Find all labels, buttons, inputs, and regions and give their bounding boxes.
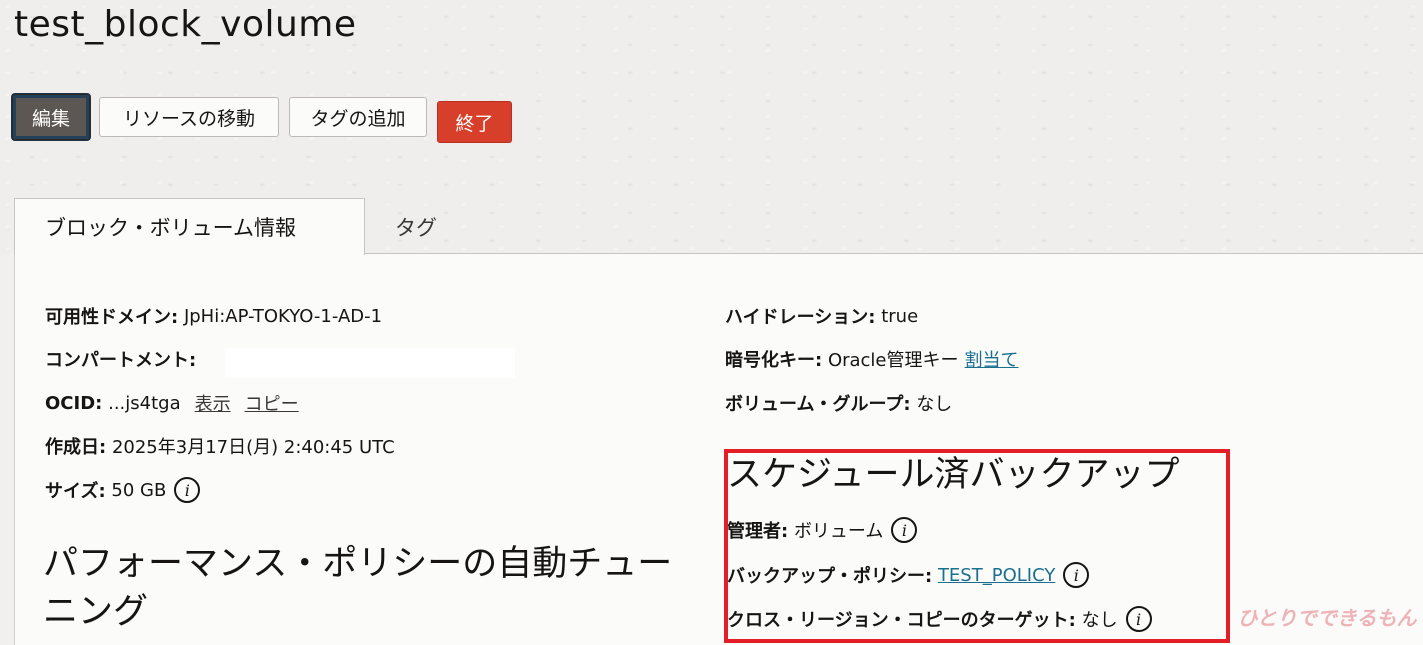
volume-group-row: ボリューム・グループ: なし [725,389,952,417]
tab-label: タグ [395,215,437,240]
ocid-copy-link[interactable]: コピー [245,390,299,416]
size-row: サイズ: 50 GB i [45,476,201,504]
hydration-row: ハイドレーション: true [725,302,918,330]
hydration-value: true [881,305,919,327]
performance-heading-line1: パフォーマンス・ポリシーの自動チュー [43,544,673,584]
highlight-box [724,449,1230,643]
availability-domain-label: 可用性ドメイン: [45,307,179,328]
created-value: 2025年3月17日(月) 2:40:45 UTC [111,437,395,458]
volume-group-value: なし [916,394,953,415]
encryption-label: 暗号化キー: [725,350,823,371]
tab-block-volume-info[interactable]: ブロック・ボリューム情報 [14,198,365,255]
encryption-value: Oracle管理キー [827,350,959,371]
edit-button[interactable]: 編集 [12,94,90,140]
ocid-value: ...js4tga [108,392,181,414]
encryption-row: 暗号化キー: Oracle管理キー 割当て [725,345,1019,373]
page-title: test_block_volume [14,4,357,45]
created-label: 作成日: [45,437,107,458]
redacted-area [225,348,515,378]
watermark-logo: ひとりでできるもん [1237,605,1417,630]
volume-group-label: ボリューム・グループ: [725,394,911,415]
ocid-row: OCID: ...js4tga 表示 コピー [45,389,299,417]
hydration-label: ハイドレーション: [725,307,876,328]
size-value: 50 GB [111,479,167,501]
size-label: サイズ: [45,481,106,502]
tab-tags[interactable]: タグ [395,198,437,255]
created-row: 作成日: 2025年3月17日(月) 2:40:45 UTC [45,432,395,460]
availability-domain-row: 可用性ドメイン: JpHi:AP-TOKYO-1-AD-1 [45,302,382,330]
ocid-label: OCID: [45,392,103,414]
assign-key-link[interactable]: 割当て [965,346,1019,372]
compartment-row: コンパートメント: [45,345,202,373]
compartment-label: コンパートメント: [45,350,197,371]
performance-heading-line2: ニング [43,592,149,632]
move-resource-button[interactable]: リソースの移動 [99,97,279,137]
add-tag-button[interactable]: タグの追加 [289,97,427,137]
tab-label: ブロック・ボリューム情報 [45,216,296,240]
terminate-button[interactable]: 終了 [437,101,512,143]
tab-divider [364,253,1423,254]
edit-button-label: 編集 [31,107,70,130]
info-icon[interactable]: i [174,477,201,503]
performance-tuning-heading: パフォーマンス・ポリシーの自動チュー ニング [43,540,723,636]
ocid-show-link[interactable]: 表示 [195,390,231,416]
availability-domain-value: JpHi:AP-TOKYO-1-AD-1 [183,305,383,327]
